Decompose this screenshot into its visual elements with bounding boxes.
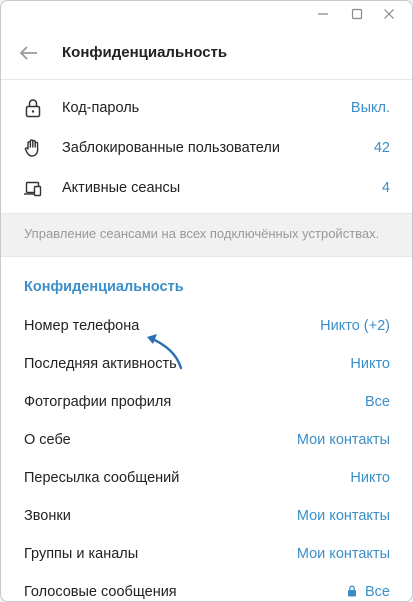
page-title: Конфиденциальность [62, 44, 228, 61]
privacy-row-forwarded-messages[interactable]: Пересылка сообщений Никто [1, 459, 412, 497]
privacy-section-title: Конфиденциальность [24, 279, 184, 295]
privacy-item-label: Звонки [24, 508, 71, 524]
maximize-icon[interactable] [347, 4, 367, 24]
settings-window: Конфиденциальность Код-пароль Выкл. Забл… [0, 0, 413, 602]
privacy-item-value: Никто (+2) [320, 318, 390, 334]
privacy-row-voice-messages[interactable]: Голосовые сообщения Все [1, 573, 412, 601]
sessions-note: Управление сеансами на всех подключённых… [24, 226, 380, 241]
minimize-icon[interactable] [313, 4, 333, 24]
annotation-arrow-icon [147, 334, 183, 370]
close-icon[interactable] [379, 4, 399, 24]
privacy-item-label: Номер телефона [24, 318, 140, 334]
privacy-item-value-locked: Все [347, 584, 390, 601]
privacy-item-label: Группы и каналы [24, 546, 139, 562]
sessions-note-block: Управление сеансами на всех подключённых… [1, 213, 412, 257]
privacy-item-value: Все [365, 394, 390, 410]
active-sessions-label: Активные сеансы [62, 180, 181, 196]
passcode-value: Выкл. [350, 100, 390, 116]
privacy-item-value: Мои контакты [296, 508, 390, 524]
privacy-item-value: Никто [350, 356, 390, 372]
privacy-item-value: Никто [350, 470, 390, 486]
privacy-item-label: Голосовые сообщения [24, 584, 177, 600]
privacy-row-bio[interactable]: О себе Мои контакты [1, 421, 412, 459]
title-bar [1, 1, 412, 27]
privacy-item-label: Фотографии профиля [24, 394, 172, 410]
premium-lock-icon [347, 585, 357, 601]
privacy-row-groups-channels[interactable]: Группы и каналы Мои контакты [1, 535, 412, 573]
active-sessions-row[interactable]: Активные сеансы 4 [1, 169, 412, 207]
devices-icon [23, 178, 43, 198]
privacy-item-value: Мои контакты [296, 546, 390, 562]
back-arrow-icon[interactable] [15, 40, 43, 66]
privacy-item-label: Пересылка сообщений [24, 470, 180, 486]
privacy-row-calls[interactable]: Звонки Мои контакты [1, 497, 412, 535]
passcode-row[interactable]: Код-пароль Выкл. [1, 89, 412, 127]
privacy-item-value: Мои контакты [296, 432, 390, 448]
passcode-label: Код-пароль [62, 100, 140, 116]
privacy-row-last-seen[interactable]: Последняя активность Никто [1, 345, 412, 383]
blocked-users-count: 42 [373, 140, 390, 156]
lock-icon [23, 98, 43, 118]
privacy-item-value: Все [365, 584, 390, 600]
blocked-users-label: Заблокированные пользователи [62, 140, 280, 156]
page-header: Конфиденциальность [1, 27, 412, 80]
hand-icon [23, 138, 43, 158]
privacy-row-phone-number[interactable]: Номер телефона Никто (+2) [1, 307, 412, 345]
active-sessions-count: 4 [381, 180, 390, 196]
privacy-row-profile-photos[interactable]: Фотографии профиля Все [1, 383, 412, 421]
blocked-users-row[interactable]: Заблокированные пользователи 42 [1, 129, 412, 167]
privacy-item-label: О себе [24, 432, 71, 448]
